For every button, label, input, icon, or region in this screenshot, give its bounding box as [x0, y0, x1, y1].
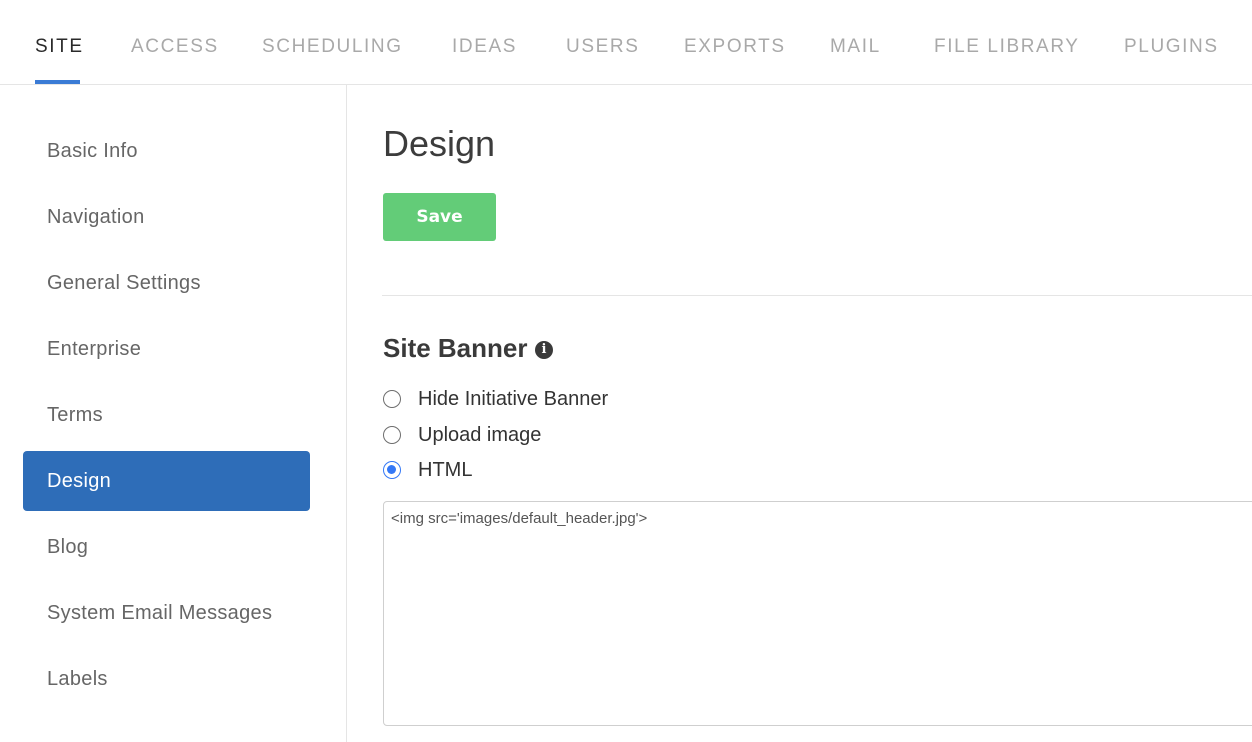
radio-label: Hide Initiative Banner — [418, 387, 609, 410]
sidebar-item-design[interactable]: Design — [23, 451, 310, 511]
sidebar-item-navigation[interactable]: Navigation — [23, 187, 310, 247]
top-tab-bar: SITE ACCESS SCHEDULING IDEAS USERS EXPOR… — [0, 0, 1252, 85]
sidebar-item-general-settings[interactable]: General Settings — [23, 253, 310, 313]
tab-file-library[interactable]: FILE LIBRARY — [934, 36, 1080, 58]
site-banner-heading: Site Banner — [383, 333, 528, 363]
sidebar-item-basic-info[interactable]: Basic Info — [23, 121, 310, 181]
tab-site[interactable]: SITE — [35, 36, 84, 58]
sidebar-item-blog[interactable]: Blog — [23, 517, 310, 577]
save-button[interactable]: Save — [383, 193, 496, 241]
main-content: Design Save Site Banner i Hide Initiativ… — [347, 85, 1252, 742]
sidebar-item-enterprise[interactable]: Enterprise — [23, 319, 310, 379]
radio-html[interactable]: HTML — [383, 457, 472, 483]
radio-button[interactable] — [383, 426, 401, 444]
tab-exports[interactable]: EXPORTS — [684, 36, 786, 58]
tab-mail[interactable]: MAIL — [830, 36, 881, 58]
radio-button[interactable] — [383, 461, 401, 479]
sidebar-item-system-email-messages[interactable]: System Email Messages — [23, 583, 310, 643]
section-divider — [382, 295, 1252, 296]
radio-label: HTML — [418, 458, 473, 481]
banner-html-textarea[interactable]: <img src='images/default_header.jpg'> — [383, 501, 1252, 726]
tab-access[interactable]: ACCESS — [131, 36, 219, 58]
radio-button[interactable] — [383, 390, 401, 408]
sidebar-item-labels[interactable]: Labels — [23, 649, 310, 709]
active-tab-indicator — [35, 80, 80, 84]
page-title: Design — [383, 123, 496, 164]
info-circle-icon[interactable]: i — [535, 341, 553, 359]
tab-ideas[interactable]: IDEAS — [452, 36, 517, 58]
settings-sidebar: Basic Info Navigation General Settings E… — [0, 85, 347, 742]
tab-scheduling[interactable]: SCHEDULING — [262, 36, 403, 58]
radio-hide-initiative-banner[interactable]: Hide Initiative Banner — [383, 386, 608, 412]
sidebar-item-terms[interactable]: Terms — [23, 385, 310, 445]
tab-users[interactable]: USERS — [566, 36, 639, 58]
tab-plugins[interactable]: PLUGINS — [1124, 36, 1219, 58]
radio-upload-image[interactable]: Upload image — [383, 422, 541, 448]
radio-label: Upload image — [418, 423, 542, 446]
